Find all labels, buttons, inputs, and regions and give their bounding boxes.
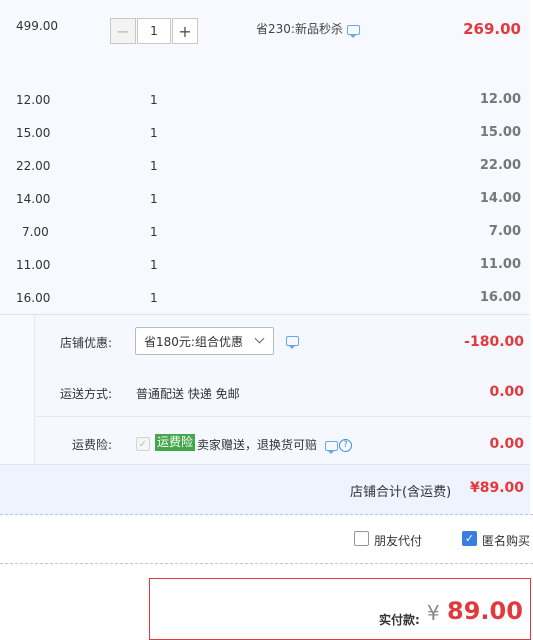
row-total: 12.00 xyxy=(479,92,521,107)
discount-select[interactable]: 省180元:组合优惠 xyxy=(135,327,274,355)
row-total: 15.00 xyxy=(479,125,521,140)
insurance-desc-text: 卖家赠送，退换货可赔 xyxy=(197,438,318,452)
insurance-tag: 运费险 xyxy=(155,434,196,451)
row-qty: 1 xyxy=(150,192,158,206)
divider xyxy=(0,514,533,515)
row-qty: 1 xyxy=(150,126,158,140)
row-total: 16.00 xyxy=(479,290,521,305)
discount-amount: -180.00 xyxy=(464,334,524,350)
row-qty: 1 xyxy=(150,225,158,239)
anonymous-checkbox[interactable]: ✓ xyxy=(462,531,477,546)
row-price: 11.00 xyxy=(16,258,51,272)
help-icon[interactable]: ? xyxy=(339,439,353,452)
chat-bubble-icon[interactable] xyxy=(346,24,360,38)
row-total: 14.00 xyxy=(479,191,521,206)
friend-pay-checkbox[interactable] xyxy=(354,531,369,546)
row-price: 7.00 xyxy=(22,225,49,239)
row-qty: 1 xyxy=(150,93,158,107)
promo-label: 省230:新品秒杀 xyxy=(256,22,343,36)
friend-pay-label[interactable]: 朋友代付 xyxy=(374,532,422,549)
row-total: 22.00 xyxy=(479,158,521,173)
divider xyxy=(0,563,533,564)
row-qty: 1 xyxy=(150,291,158,305)
row-qty: 1 xyxy=(150,258,158,272)
row-price: 16.00 xyxy=(16,291,51,305)
shipping-amount: 0.00 xyxy=(489,384,524,400)
shop-total-amount: ¥89.00 xyxy=(469,480,524,496)
shipping-value: 普通配送 快递 免邮 xyxy=(136,387,240,401)
chat-bubble-icon[interactable] xyxy=(325,440,339,454)
anonymous-label[interactable]: 匿名购买 xyxy=(482,532,530,549)
chevron-down-icon xyxy=(254,333,265,344)
quantity-input[interactable]: 1 xyxy=(137,18,171,44)
increase-quantity-button[interactable]: + xyxy=(172,18,198,44)
chat-bubble-icon[interactable] xyxy=(286,336,299,349)
promo-text: 省230:新品秒杀 xyxy=(256,20,360,38)
row-price: 15.00 xyxy=(16,126,51,140)
row-price: 22.00 xyxy=(16,159,51,173)
row-price: 12.00 xyxy=(16,93,51,107)
main-item-price: 499.00 xyxy=(16,19,58,33)
items-area: 499.00 − 1 + 省230:新品秒杀 269.00 12.00 1 12… xyxy=(0,0,530,314)
payment-label: 实付款: xyxy=(379,613,420,627)
main-item-total: 269.00 xyxy=(463,20,521,38)
row-total: 11.00 xyxy=(479,257,521,272)
row-total: 7.00 xyxy=(488,224,521,239)
row-price: 14.00 xyxy=(16,192,51,206)
payment-box: 实付款: ¥ 89.00 xyxy=(149,578,531,640)
decrease-quantity-button[interactable]: − xyxy=(110,18,136,44)
shop-total-label: 店铺合计(含运费) xyxy=(350,485,452,500)
discount-select-value: 省180元:组合优惠 xyxy=(144,334,243,349)
quantity-stepper[interactable]: − 1 + xyxy=(110,18,198,44)
divider xyxy=(34,416,530,417)
insurance-desc: 卖家赠送，退换货可赔? xyxy=(197,436,353,454)
shipping-label: 运送方式: xyxy=(60,387,113,401)
currency-symbol: ¥ xyxy=(427,601,440,625)
row-qty: 1 xyxy=(150,159,158,173)
insurance-label: 运费险: xyxy=(72,438,113,452)
insurance-checkbox: ✓ xyxy=(136,437,150,451)
insurance-amount: 0.00 xyxy=(489,436,524,452)
discount-label: 店铺优惠: xyxy=(60,336,113,350)
payment-amount: 89.00 xyxy=(447,597,523,625)
